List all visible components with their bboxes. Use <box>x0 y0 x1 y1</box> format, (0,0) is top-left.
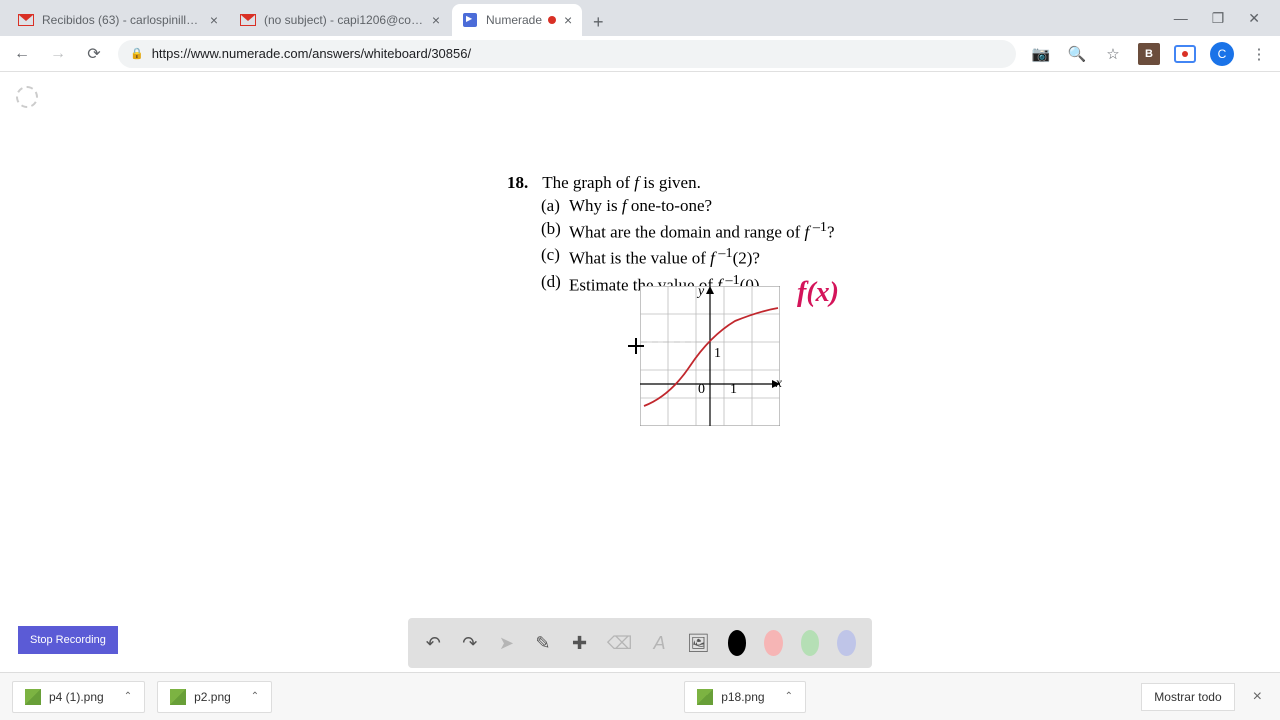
problem-text: 18. The graph of f is given. (a)Why is f… <box>507 172 835 298</box>
gmail-icon <box>240 12 256 28</box>
y-unit-label: 1 <box>714 346 721 362</box>
handwritten-annotation: f(x) <box>797 277 839 309</box>
new-tab-button[interactable]: + <box>584 8 612 36</box>
back-button[interactable]: ← <box>10 42 34 66</box>
file-icon <box>25 689 41 705</box>
redo-button[interactable]: ↷ <box>461 630 480 656</box>
bookmark-icon[interactable]: ☆ <box>1102 43 1124 65</box>
download-filename: p18.png <box>721 690 764 704</box>
address-bar[interactable]: 🔒 https://www.numerade.com/answers/white… <box>118 40 1016 68</box>
page-content: 18. The graph of f is given. (a)Why is f… <box>0 72 1280 668</box>
stop-recording-button[interactable]: Stop Recording <box>18 626 118 654</box>
add-tool[interactable]: ✚ <box>570 630 589 656</box>
tab-title: Numerade <box>486 13 542 27</box>
toolbar-actions: 📷 🔍 ☆ B C ⋮ <box>1030 42 1270 66</box>
profile-avatar[interactable]: C <box>1210 42 1234 66</box>
zoom-icon[interactable]: 🔍 <box>1066 43 1088 65</box>
tab-gmail-nosubject[interactable]: (no subject) - capi1206@colorad × <box>230 4 450 36</box>
color-red[interactable] <box>764 630 783 656</box>
forward-button[interactable]: → <box>46 42 70 66</box>
file-icon <box>697 689 713 705</box>
download-filename: p2.png <box>194 690 231 704</box>
color-blue[interactable] <box>837 630 856 656</box>
browser-tab-bar: Recibidos (63) - carlospinill@gm × (no s… <box>0 0 1280 36</box>
origin-label: 0 <box>698 382 705 398</box>
tab-title: Recibidos (63) - carlospinill@gm <box>42 13 202 27</box>
eraser-tool[interactable]: ⌫ <box>607 630 632 656</box>
close-icon[interactable]: × <box>432 12 440 28</box>
cast-icon[interactable] <box>1174 45 1196 63</box>
close-window-button[interactable]: ✕ <box>1248 10 1260 27</box>
download-item[interactable]: p18.png ⌃ <box>684 681 806 713</box>
show-all-downloads-button[interactable]: Mostrar todo <box>1141 683 1234 711</box>
download-item[interactable]: p2.png ⌃ <box>157 681 272 713</box>
recording-indicator-icon <box>548 16 556 24</box>
url-text: https://www.numerade.com/answers/whitebo… <box>152 46 471 61</box>
numerade-icon <box>462 12 478 28</box>
window-controls: — ❐ ✕ <box>1174 10 1272 27</box>
lock-icon: 🔒 <box>130 47 144 60</box>
tab-gmail-inbox[interactable]: Recibidos (63) - carlospinill@gm × <box>8 4 228 36</box>
undo-button[interactable]: ↶ <box>424 630 443 656</box>
reload-button[interactable]: ⟳ <box>82 42 106 66</box>
menu-icon[interactable]: ⋮ <box>1248 43 1270 65</box>
x-unit-label: 1 <box>730 382 737 398</box>
x-axis-label: x <box>776 376 782 392</box>
download-filename: p4 (1).png <box>49 690 104 704</box>
text-tool[interactable]: A <box>650 630 669 656</box>
loading-spinner-icon <box>16 86 38 108</box>
camera-icon[interactable]: 📷 <box>1030 43 1052 65</box>
chevron-up-icon[interactable]: ⌃ <box>124 691 132 702</box>
browser-toolbar: ← → ⟳ 🔒 https://www.numerade.com/answers… <box>0 36 1280 72</box>
pointer-tool[interactable]: ➤ <box>497 630 516 656</box>
download-item[interactable]: p4 (1).png ⌃ <box>12 681 145 713</box>
file-icon <box>170 689 186 705</box>
y-axis-label: y <box>698 284 704 300</box>
tab-title: (no subject) - capi1206@colorad <box>264 13 424 27</box>
chevron-up-icon[interactable]: ⌃ <box>251 691 259 702</box>
function-graph: y x 0 1 1 <box>640 286 780 426</box>
minimize-button[interactable]: — <box>1174 10 1188 27</box>
pen-tool[interactable]: ✎ <box>534 630 553 656</box>
chevron-up-icon[interactable]: ⌃ <box>785 691 793 702</box>
color-green[interactable] <box>801 630 820 656</box>
problem-number: 18. <box>507 173 528 192</box>
close-shelf-button[interactable]: × <box>1247 688 1268 706</box>
maximize-button[interactable]: ❐ <box>1212 10 1225 27</box>
close-icon[interactable]: × <box>210 12 218 28</box>
gmail-icon <box>18 12 34 28</box>
download-shelf: p4 (1).png ⌃ p2.png ⌃ p18.png ⌃ Mostrar … <box>0 672 1280 720</box>
close-icon[interactable]: × <box>564 12 572 28</box>
image-tool[interactable]: 🖼 <box>687 630 710 656</box>
color-black[interactable] <box>728 630 747 656</box>
extension-badge[interactable]: B <box>1138 43 1160 65</box>
tab-numerade[interactable]: Numerade × <box>452 4 582 36</box>
whiteboard-toolbar: ↶ ↷ ➤ ✎ ✚ ⌫ A 🖼 <box>408 618 872 668</box>
